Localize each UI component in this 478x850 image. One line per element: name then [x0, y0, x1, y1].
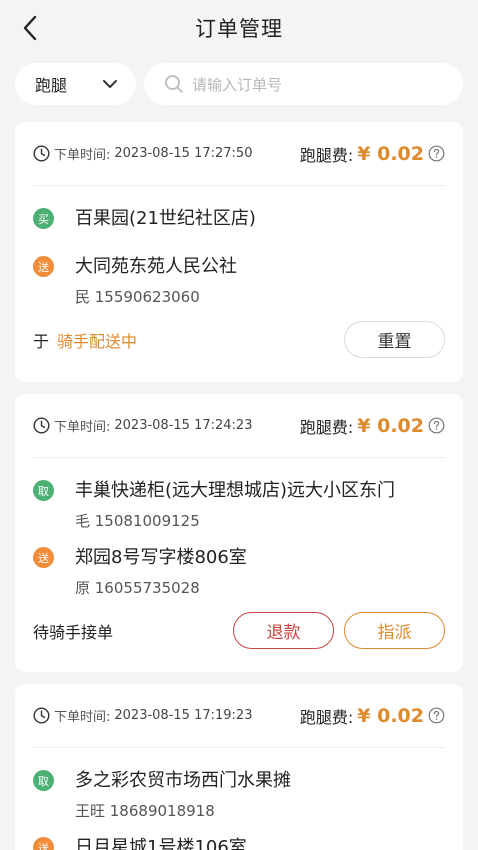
dropoff-stop: 送 大同苑东苑人民公社 民 15590623060	[33, 254, 445, 307]
stop-contact: 毛 15081009125	[75, 512, 200, 530]
pickup-stop: 取 多之彩农贸市场西门水果摊 王旺 18689018918	[33, 768, 445, 821]
delivery-fee-value: ¥ 0.02	[357, 704, 424, 727]
deliver-badge: 送	[33, 256, 54, 277]
stop-name: 多之彩农贸市场西门水果摊	[75, 770, 291, 791]
help-icon[interactable]	[428, 145, 445, 162]
delivery-fee-label: 跑腿费:	[299, 145, 354, 165]
order-time-label: 下单时间:	[54, 420, 111, 435]
refund-button[interactable]: 退款	[233, 612, 334, 649]
stop-contact: 王旺 18689018918	[75, 802, 215, 820]
back-button[interactable]	[14, 12, 46, 44]
delivery-fee: 跑腿费: ¥ 0.02	[300, 414, 445, 438]
reset-button[interactable]: 重置	[344, 321, 445, 358]
order-status-text: 骑手配送中	[57, 331, 138, 351]
help-icon[interactable]	[428, 417, 445, 434]
order-card-header: 下单时间: 2023-08-15 17:24:23 跑腿费: ¥ 0.02	[33, 394, 445, 458]
page-title: 订单管理	[195, 17, 283, 41]
stop-name: 郑园8号写字楼806室	[75, 547, 247, 568]
delivery-fee-value: ¥ 0.02	[357, 142, 424, 165]
clock-icon	[33, 707, 50, 724]
delivery-fee-value: ¥ 0.02	[357, 414, 424, 437]
order-status: 待骑手接单	[33, 622, 114, 642]
order-time: 下单时间: 2023-08-15 17:19:23	[33, 706, 252, 725]
order-card-header: 下单时间: 2023-08-15 17:27:50 跑腿费: ¥ 0.02	[33, 122, 445, 186]
order-type-value: 跑腿	[35, 76, 68, 95]
stop-name: 丰巢快递柜(远大理想城店)远大小区东门	[75, 480, 396, 501]
delivery-fee-label: 跑腿费:	[299, 707, 354, 727]
order-card-footer: 于骑手配送中 重置	[33, 321, 445, 358]
clock-icon	[33, 417, 50, 434]
assign-button[interactable]: 指派	[344, 612, 445, 649]
order-time-label: 下单时间:	[54, 710, 111, 725]
order-card[interactable]: 下单时间: 2023-08-15 17:19:23 跑腿费: ¥ 0.02 取 …	[15, 684, 463, 850]
stop-name: 日月星城1号楼106室	[75, 837, 247, 850]
filter-bar: 跑腿 请输入订单号	[15, 63, 463, 105]
order-search-input[interactable]: 请输入订单号	[144, 63, 463, 105]
order-time-label: 下单时间:	[54, 148, 111, 163]
delivery-fee-label: 跑腿费:	[299, 417, 354, 437]
buy-badge: 买	[33, 208, 54, 229]
delivery-fee: 跑腿费: ¥ 0.02	[300, 704, 445, 728]
order-type-dropdown[interactable]: 跑腿	[15, 63, 136, 105]
dropoff-stop: 送 郑园8号写字楼806室 原 16055735028	[33, 545, 445, 598]
nav-header: 订单管理	[0, 0, 478, 56]
order-card-footer: 待骑手接单 退款 指派	[33, 612, 445, 649]
order-time-value: 2023-08-15 17:24:23	[114, 418, 253, 433]
order-time-value: 2023-08-15 17:19:23	[114, 708, 253, 723]
deliver-badge: 送	[33, 547, 54, 568]
search-icon	[165, 75, 183, 93]
order-time: 下单时间: 2023-08-15 17:27:50	[33, 144, 252, 163]
order-card-header: 下单时间: 2023-08-15 17:19:23 跑腿费: ¥ 0.02	[33, 684, 445, 748]
pickup-stop: 买 百果园(21世纪社区店)	[33, 206, 445, 231]
stop-contact: 原 16055735028	[75, 579, 200, 597]
deliver-badge: 送	[33, 837, 54, 850]
clock-icon	[33, 145, 50, 162]
dropoff-stop: 送 日月星城1号楼106室	[33, 835, 445, 850]
pickup-badge: 取	[33, 480, 54, 501]
stop-name: 百果园(21世纪社区店)	[75, 208, 256, 229]
chevron-down-icon	[103, 80, 117, 88]
order-status: 于骑手配送中	[33, 328, 137, 352]
order-time: 下单时间: 2023-08-15 17:24:23	[33, 416, 252, 435]
help-icon[interactable]	[428, 707, 445, 724]
pickup-stop: 取 丰巢快递柜(远大理想城店)远大小区东门 毛 15081009125	[33, 478, 445, 531]
order-status-prefix: 于	[33, 331, 50, 351]
order-card[interactable]: 下单时间: 2023-08-15 17:27:50 跑腿费: ¥ 0.02 买 …	[15, 122, 463, 382]
search-placeholder: 请输入订单号	[192, 75, 283, 94]
stop-contact: 民 15590623060	[75, 288, 200, 306]
delivery-fee: 跑腿费: ¥ 0.02	[300, 142, 445, 166]
pickup-badge: 取	[33, 770, 54, 791]
order-card[interactable]: 下单时间: 2023-08-15 17:24:23 跑腿费: ¥ 0.02 取 …	[15, 394, 463, 672]
chevron-left-icon	[23, 15, 37, 41]
order-time-value: 2023-08-15 17:27:50	[114, 146, 253, 161]
stop-name: 大同苑东苑人民公社	[75, 256, 237, 277]
